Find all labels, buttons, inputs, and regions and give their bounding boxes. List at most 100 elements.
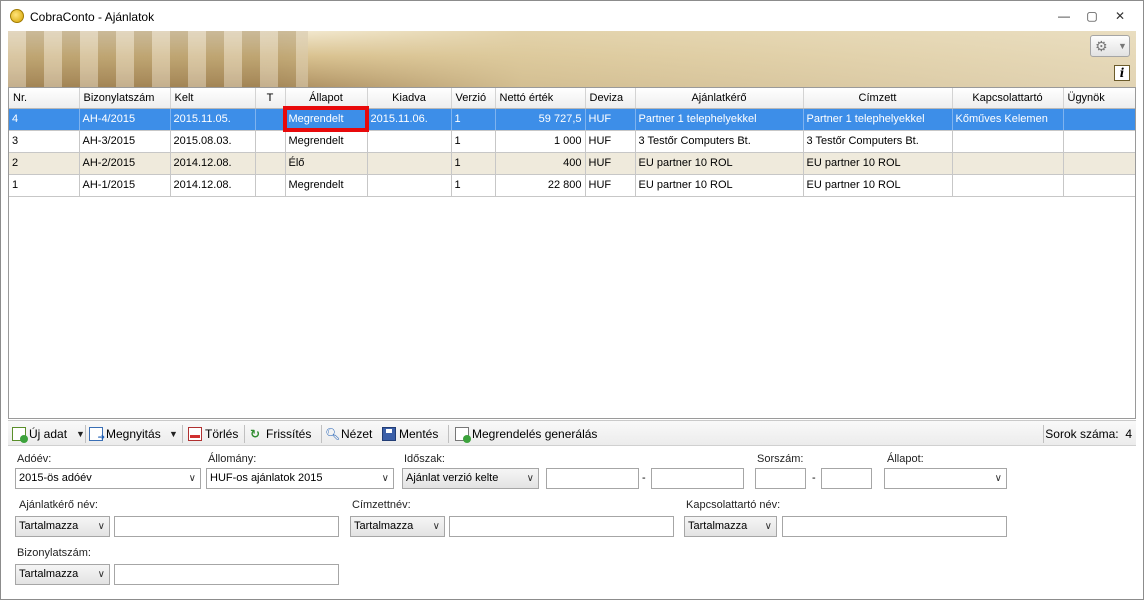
contact-name-input[interactable] <box>782 516 1007 537</box>
magnifier-icon: 🔍︎ <box>325 427 341 441</box>
serial-from-input[interactable] <box>755 468 806 489</box>
view-button[interactable]: 🔍︎Nézet <box>325 425 372 443</box>
period-to-input[interactable] <box>651 468 744 489</box>
column-header-kapcsolattarto[interactable]: Kapcsolattartó <box>952 88 1064 109</box>
close-button[interactable]: ✕ <box>1107 7 1133 25</box>
tax-year-label: Adóév: <box>17 453 52 465</box>
column-header-bizonylatszam[interactable]: Bizonylatszám <box>79 88 171 109</box>
row-count-label: Sorok száma: <box>1045 427 1119 441</box>
generate-order-button[interactable]: Megrendelés generálás <box>455 425 597 443</box>
title-bar: CobraConto - Ajánlatok — ▢ ✕ <box>1 1 1143 31</box>
cell-deviza: HUF <box>585 108 636 131</box>
period-type-select[interactable]: Ajánlat verzió kelte ∨ <box>402 468 539 489</box>
column-header-ajanlatkero[interactable]: Ajánlatkérő <box>635 88 804 109</box>
serial-range-dash: - <box>812 472 816 484</box>
column-header-deviza[interactable]: Deviza <box>585 88 636 109</box>
table-row[interactable]: 1 AH-1/2015 2014.12.08. Megrendelt 1 22 800 HU… <box>9 174 1135 197</box>
cell-cimzett: Partner 1 telephelyekkel <box>803 108 953 131</box>
column-header-nr[interactable]: Nr. <box>9 88 80 109</box>
view-label: Nézet <box>341 427 373 441</box>
cell-t <box>255 152 286 175</box>
table-row[interactable]: 3 AH-3/2015 2015.08.03. Megrendelt 1 1 000 HUF… <box>9 130 1135 153</box>
recipient-name-input[interactable] <box>449 516 674 537</box>
column-header-kelt[interactable]: Kelt <box>170 88 256 109</box>
chevron-down-icon: ∨ <box>97 569 105 580</box>
cell-deviza: HUF <box>585 152 636 175</box>
column-header-cimzett[interactable]: Címzett <box>803 88 953 109</box>
table-row[interactable]: 4 AH-4/2015 2015.11.05. Megrendelt 2015.11.0… <box>9 106 1135 132</box>
refresh-label: Frissítés <box>266 427 312 441</box>
column-header-allapot[interactable]: Állapot <box>285 88 368 109</box>
document-number-input[interactable] <box>114 564 339 585</box>
requester-match-select[interactable]: Tartalmazza ∨ <box>15 516 110 537</box>
chevron-down-icon: ∨ <box>432 521 440 532</box>
refresh-icon: ↻ <box>250 427 261 441</box>
cell-kelt: 2014.12.08. <box>170 174 256 197</box>
save-label: Mentés <box>399 427 439 441</box>
cell-ugynok <box>1063 130 1135 153</box>
recipient-match-select[interactable]: Tartalmazza ∨ <box>350 516 445 537</box>
cell-kelt: 2015.08.03. <box>170 130 256 153</box>
floppy-disk-icon <box>382 427 396 441</box>
cell-kelt: 2014.12.08. <box>170 152 256 175</box>
requester-name-label: Ajánlatkérő név: <box>19 499 98 511</box>
chevron-down-icon: ∨ <box>381 473 389 484</box>
status-select[interactable]: ∨ <box>884 468 1007 489</box>
cell-bizonylatszam: AH-2/2015 <box>79 152 171 175</box>
serial-to-input[interactable] <box>821 468 872 489</box>
dataset-select[interactable]: HUF-os ajánlatok 2015 ∨ <box>206 468 394 489</box>
cell-kiadva <box>367 130 452 153</box>
column-header-t[interactable]: T <box>255 88 286 109</box>
tax-year-value: 2015-ös adóév <box>19 472 92 484</box>
cell-deviza: HUF <box>585 130 636 153</box>
period-from-input[interactable] <box>546 468 639 489</box>
maximize-button[interactable]: ▢ <box>1079 7 1105 25</box>
delete-button[interactable]: Törlés <box>188 425 238 443</box>
cell-kapcsolattarto <box>952 130 1064 153</box>
chevron-down-icon: ∨ <box>97 521 105 532</box>
cell-cimzett: 3 Testőr Computers Bt. <box>803 130 953 153</box>
delete-icon <box>188 427 202 441</box>
refresh-button[interactable]: ↻ Frissítés <box>250 425 311 443</box>
filter-panel: Adóév: 2015-ös adóév ∨ Állomány: HUF-os … <box>8 447 1136 593</box>
delete-label: Törlés <box>205 427 239 441</box>
cell-kelt: 2015.11.05. <box>170 108 256 131</box>
cell-allapot: Megrendelt <box>285 130 368 153</box>
cell-ugynok <box>1063 108 1135 131</box>
column-header-kiadva[interactable]: Kiadva <box>367 88 452 109</box>
cell-kapcsolattarto <box>952 174 1064 197</box>
offers-grid[interactable]: Nr. Bizonylatszám Kelt T Állapot Kiadva Verzió… <box>8 87 1136 419</box>
cell-verzio: 1 <box>451 108 496 131</box>
column-header-ugynok[interactable]: Ügynök <box>1063 88 1135 109</box>
tax-year-select[interactable]: 2015-ös adóév ∨ <box>15 468 201 489</box>
document-number-match-select[interactable]: Tartalmazza ∨ <box>15 564 110 585</box>
cell-netto: 22 800 <box>495 174 586 197</box>
cell-ajanlatkero: EU partner 10 ROL <box>635 152 804 175</box>
requester-name-input[interactable] <box>114 516 339 537</box>
cell-bizonylatszam: AH-3/2015 <box>79 130 171 153</box>
action-toolbar: Új adat ▼ ➜ Megnyitás ▼ Törlés ↻ Frissítés… <box>8 420 1136 446</box>
order-document-icon <box>455 427 471 443</box>
info-icon[interactable]: i <box>1114 65 1130 81</box>
minimize-button[interactable]: — <box>1051 7 1077 25</box>
cell-netto: 59 727,5 <box>495 108 586 131</box>
dataset-label: Állomány: <box>208 453 257 465</box>
open-button[interactable]: ➜ Megnyitás <box>89 425 161 443</box>
dataset-value: HUF-os ajánlatok 2015 <box>210 472 323 484</box>
new-record-label: Új adat <box>29 427 68 441</box>
new-record-button[interactable]: Új adat <box>12 425 67 443</box>
cell-nr: 1 <box>9 174 80 197</box>
contact-match-select[interactable]: Tartalmazza ∨ <box>684 516 777 537</box>
column-header-netto[interactable]: Nettó érték <box>495 88 586 109</box>
table-row[interactable]: 2 AH-2/2015 2014.12.08. Élő 1 400 HUF EU partne… <box>9 152 1135 175</box>
cell-t <box>255 174 286 197</box>
open-dropdown-icon[interactable]: ▼ <box>169 425 178 443</box>
column-header-verzio[interactable]: Verzió <box>451 88 496 109</box>
contact-name-label: Kapcsolattartó név: <box>686 499 781 511</box>
cell-allapot: Megrendelt <box>283 106 369 132</box>
save-button[interactable]: Mentés <box>382 425 438 443</box>
document-number-match-value: Tartalmazza <box>19 568 79 580</box>
period-label: Időszak: <box>404 453 445 465</box>
new-record-dropdown-icon[interactable]: ▼ <box>76 425 85 443</box>
settings-menu-button[interactable]: ⚙ ▼ <box>1090 35 1130 57</box>
